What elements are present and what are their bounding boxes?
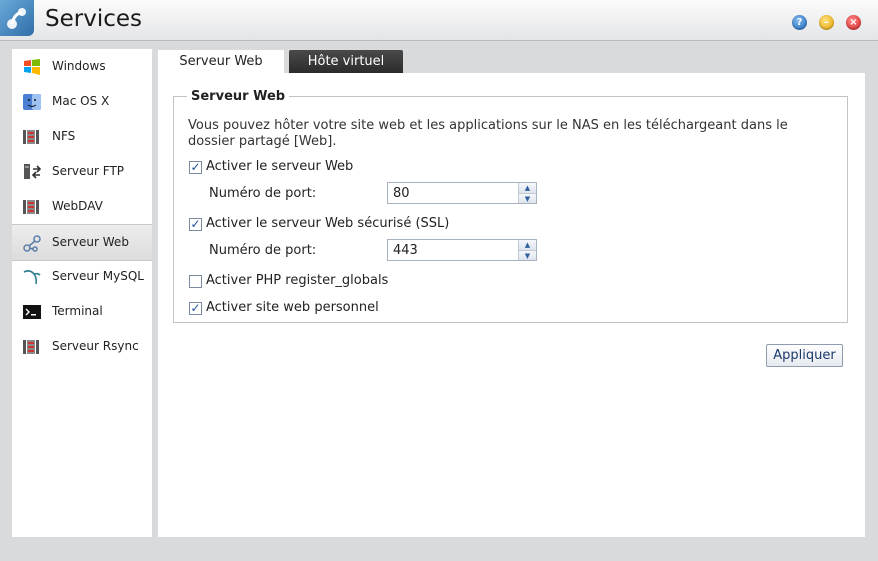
help-icon[interactable]: ?: [792, 15, 807, 30]
description-text: Vous pouvez hôter votre site web et les …: [188, 118, 788, 149]
spin-down-icon[interactable]: ▼: [519, 250, 536, 260]
register-globals-checkbox[interactable]: [189, 275, 202, 288]
title-bar: Services ? – ×: [0, 0, 878, 41]
group-title: Serveur Web: [191, 89, 286, 104]
personal-site-label: Activer site web personnel: [206, 300, 379, 315]
sidebar-item-label: Mac OS X: [52, 94, 110, 108]
web-port-stepper[interactable]: ▲ ▼: [387, 182, 537, 204]
window-title: Services: [45, 6, 142, 32]
webdav-server-icon: [22, 197, 42, 217]
sidebar-item-terminal[interactable]: Terminal: [12, 294, 152, 329]
rsync-server-icon: [22, 337, 42, 357]
enable-ssl-label: Activer le serveur Web sécurisé (SSL): [206, 216, 450, 231]
sidebar-item-label: Terminal: [52, 304, 103, 318]
content-panel: Serveur Web Vous pouvez hôter votre site…: [158, 73, 865, 537]
ssl-port-label: Numéro de port:: [209, 243, 317, 258]
mac-finder-icon: [22, 92, 42, 112]
enable-web-label: Activer le serveur Web: [206, 159, 354, 174]
port-spinner: ▲ ▼: [518, 183, 536, 203]
port-label: Numéro de port:: [209, 186, 317, 201]
spin-up-icon[interactable]: ▲: [519, 240, 536, 250]
sidebar-item-rsync[interactable]: Serveur Rsync: [12, 329, 152, 364]
windows-logo-icon: [22, 57, 42, 77]
tab-hote-virtuel[interactable]: Hôte virtuel: [289, 50, 403, 74]
sidebar: Windows Mac OS X NFS Serveur FTP WebDAV …: [12, 49, 152, 537]
sidebar-item-webdav[interactable]: WebDAV: [12, 189, 152, 224]
sidebar-item-label: Serveur Rsync: [52, 339, 139, 353]
ssl-port-input[interactable]: [388, 240, 523, 260]
services-app-icon: [0, 0, 34, 36]
enable-web-checkbox[interactable]: ✓: [189, 161, 202, 174]
sidebar-item-mysql[interactable]: Serveur MySQL: [12, 259, 152, 294]
close-icon[interactable]: ×: [846, 15, 861, 30]
tab-serveur-web[interactable]: Serveur Web: [158, 50, 284, 74]
sidebar-item-label: Serveur MySQL: [52, 269, 144, 283]
sidebar-item-label: Serveur FTP: [52, 164, 125, 178]
sidebar-item-label: NFS: [52, 129, 76, 143]
register-globals-label: Activer PHP register_globals: [206, 273, 389, 288]
sidebar-item-ftp[interactable]: Serveur FTP: [12, 154, 152, 189]
sidebar-item-label: Serveur Web: [52, 235, 129, 249]
enable-ssl-checkbox[interactable]: ✓: [189, 218, 202, 231]
nfs-server-icon: [22, 127, 42, 147]
sidebar-item-web-server[interactable]: Serveur Web: [12, 224, 152, 261]
minimize-icon[interactable]: –: [819, 15, 834, 30]
spin-down-icon[interactable]: ▼: [519, 193, 536, 203]
ftp-server-icon: [22, 162, 42, 182]
sidebar-item-label: WebDAV: [52, 199, 103, 213]
sidebar-item-windows[interactable]: Windows: [12, 49, 152, 84]
personal-site-checkbox[interactable]: ✓: [189, 302, 202, 315]
ssl-port-stepper[interactable]: ▲ ▼: [387, 239, 537, 261]
sidebar-item-label: Windows: [52, 59, 106, 73]
apply-button[interactable]: Appliquer: [766, 344, 843, 367]
spin-up-icon[interactable]: ▲: [519, 183, 536, 193]
port-spinner: ▲ ▼: [518, 240, 536, 260]
web-port-input[interactable]: [388, 183, 523, 203]
terminal-icon: [22, 302, 42, 322]
mysql-dolphin-icon: [22, 267, 42, 287]
sidebar-item-nfs[interactable]: NFS: [12, 119, 152, 154]
web-server-icon: [22, 233, 42, 253]
sidebar-item-macosx[interactable]: Mac OS X: [12, 84, 152, 119]
